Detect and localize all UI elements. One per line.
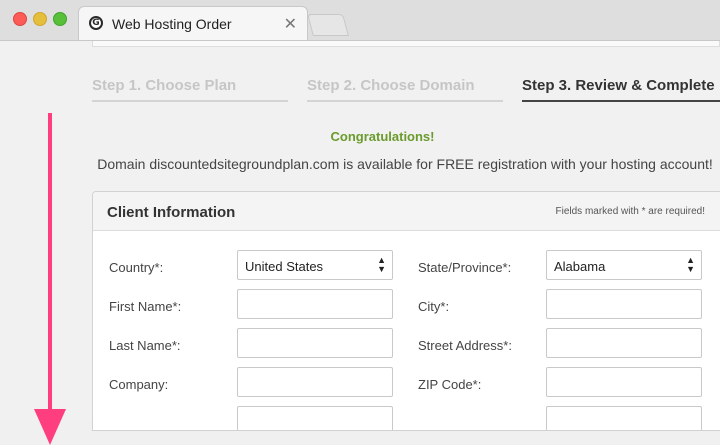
- last-name-input[interactable]: [237, 328, 393, 358]
- scroll-down-arrow-icon: [34, 409, 66, 445]
- state-label: State/Province*:: [418, 260, 512, 275]
- tab-close-icon[interactable]: ✕: [284, 14, 297, 34]
- page-header-strip: [92, 41, 720, 47]
- maximize-window-button[interactable]: [53, 12, 67, 26]
- scroll-down-arrow-shaft: [48, 113, 52, 431]
- close-window-button[interactable]: [13, 12, 27, 26]
- required-fields-note: Fields marked with * are required!: [555, 206, 705, 217]
- step-choose-domain[interactable]: Step 2. Choose Domain: [307, 77, 475, 94]
- tab-title: Web Hosting Order: [112, 16, 232, 32]
- minimize-window-button[interactable]: [33, 12, 47, 26]
- street-address-label: Street Address*:: [418, 338, 512, 353]
- panel-header: Client Information Fields marked with * …: [93, 192, 720, 231]
- next-row-input[interactable]: [546, 406, 702, 430]
- congrats-message: Congratulations!: [330, 129, 435, 144]
- step-2-underline: [307, 100, 503, 102]
- favicon-icon: G: [89, 16, 103, 30]
- browser-tab[interactable]: G Web Hosting Order ✕: [78, 6, 308, 40]
- select-arrows-icon: ▲ ▼: [377, 255, 386, 274]
- step-choose-plan[interactable]: Step 1. Choose Plan: [92, 77, 236, 94]
- city-label: City*:: [418, 299, 450, 314]
- last-name-label: Last Name*:: [109, 338, 181, 353]
- domain-availability-message: Domain discountedsitegroundplan.com is a…: [97, 156, 713, 172]
- country-label: Country*:: [109, 260, 164, 275]
- step-review-complete[interactable]: Step 3. Review & Complete: [522, 77, 715, 94]
- country-value: United States: [245, 259, 324, 274]
- zip-code-input[interactable]: [546, 367, 702, 397]
- new-tab-button[interactable]: [307, 14, 349, 36]
- step-1-underline: [92, 100, 288, 102]
- panel-title: Client Information: [107, 204, 236, 221]
- client-information-panel: Client Information Fields marked with * …: [92, 191, 720, 431]
- step-3-underline: [522, 100, 720, 102]
- page-content: Step 1. Choose Plan Step 2. Choose Domai…: [0, 41, 720, 445]
- company-input[interactable]: [237, 367, 393, 397]
- country-select[interactable]: United States ▲ ▼: [237, 250, 393, 280]
- select-arrows-icon: ▲ ▼: [686, 255, 695, 274]
- state-value: Alabama: [554, 259, 606, 274]
- next-row-input[interactable]: [237, 406, 393, 430]
- zip-code-label: ZIP Code*:: [418, 377, 482, 392]
- city-input[interactable]: [546, 289, 702, 319]
- first-name-input[interactable]: [237, 289, 393, 319]
- street-address-input[interactable]: [546, 328, 702, 358]
- first-name-label: First Name*:: [109, 299, 182, 314]
- company-label: Company:: [109, 377, 169, 392]
- state-select[interactable]: Alabama ▲ ▼: [546, 250, 702, 280]
- browser-chrome: G Web Hosting Order ✕: [0, 0, 720, 41]
